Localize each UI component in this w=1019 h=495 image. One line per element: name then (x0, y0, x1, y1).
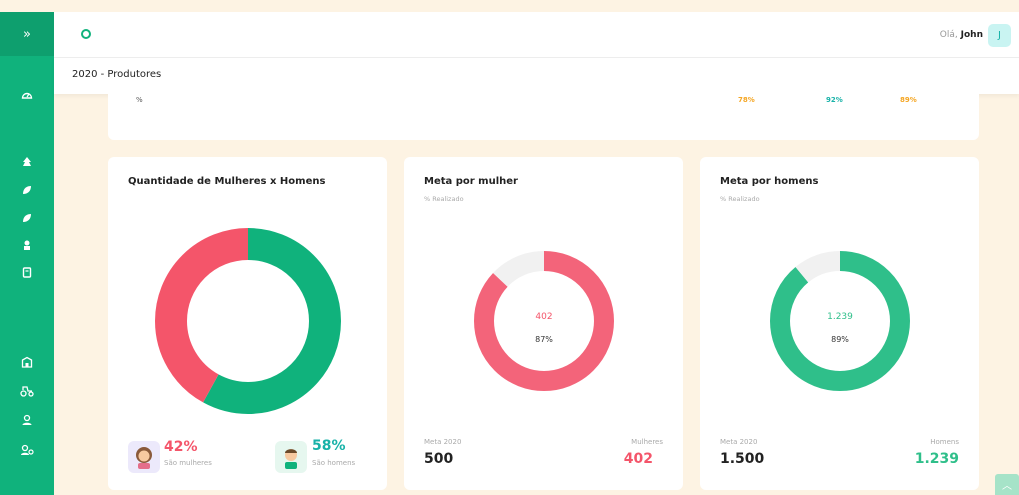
girl-icon (128, 441, 160, 473)
goal-label: Meta 2020 (720, 438, 758, 446)
women-percentage: 42% (164, 439, 198, 455)
women-center-value: 402 (535, 312, 553, 322)
goal-value: 500 (424, 451, 454, 467)
dashboard-icon[interactable] (0, 89, 54, 101)
summary-card: % 78% 92% 89% (108, 94, 979, 140)
goal-label: Meta 2020 (424, 438, 462, 446)
men-label: São homens (312, 459, 356, 467)
gender-donut-chart (155, 228, 341, 414)
leaf-icon[interactable] (0, 184, 54, 196)
men-label: Homens (930, 438, 959, 446)
building-icon[interactable] (0, 356, 54, 368)
sidebar: » (0, 12, 54, 495)
women-center-percentage: 87% (535, 335, 553, 344)
avatar[interactable]: J (988, 24, 1011, 47)
plant-icon[interactable] (0, 239, 54, 251)
men-donut-wrap: 1.239 89% (770, 251, 910, 391)
men-center-percentage: 89% (831, 335, 849, 344)
scroll-to-top-button[interactable]: ︿ (995, 474, 1019, 495)
card-subtitle: % Realizado (720, 195, 760, 203)
page-header: 2020 - Produtores (54, 58, 1019, 94)
user-name: John (960, 30, 983, 40)
tractor-icon[interactable] (0, 385, 54, 397)
breadcrumb: 2020 - Produtores (72, 69, 162, 80)
summary-value-1: 78% (738, 96, 755, 104)
gender-card: Quantidade de Mulheres x Homens 42% São … (108, 157, 387, 490)
summary-value-3: 89% (900, 96, 917, 104)
loading-icon (81, 29, 91, 39)
expand-icon[interactable]: » (0, 12, 54, 56)
user-icon[interactable] (0, 414, 54, 426)
summary-value-2: 92% (826, 96, 843, 104)
women-label: São mulheres (164, 459, 212, 467)
box-icon[interactable] (0, 266, 54, 278)
women-actual-value: 402 (623, 451, 653, 467)
men-center-value: 1.239 (827, 312, 853, 322)
men-goal-card: Meta por homens % Realizado 1.239 89% Me… (700, 157, 979, 490)
women-donut-wrap: 402 87% (474, 251, 614, 391)
card-subtitle: % Realizado (424, 195, 464, 203)
women-goal-card: Meta por mulher % Realizado 402 87% Meta… (404, 157, 683, 490)
card-title: Meta por mulher (424, 176, 518, 187)
boy-icon (275, 441, 307, 473)
top-bar: Olá, John J (54, 12, 1019, 58)
goal-value: 1.500 (720, 451, 765, 467)
summary-unit: % (136, 96, 143, 104)
men-percentage: 58% (312, 438, 346, 454)
user-greeting[interactable]: Olá, John (940, 30, 983, 40)
leaf-alt-icon[interactable] (0, 212, 54, 224)
men-actual-value: 1.239 (914, 451, 959, 467)
users-icon[interactable] (0, 444, 54, 456)
card-title: Quantidade de Mulheres x Homens (128, 176, 326, 187)
women-label: Mulheres (631, 438, 663, 446)
card-title: Meta por homens (720, 176, 819, 187)
producers-icon[interactable] (0, 156, 54, 168)
